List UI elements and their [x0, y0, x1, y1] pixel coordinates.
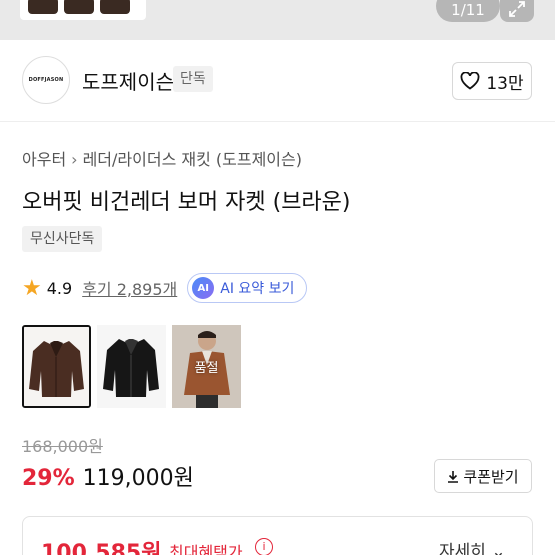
max-benefit-box[interactable]: 100,585원 최대혜택가 i 자세히 ⌄: [22, 516, 533, 555]
expand-button[interactable]: [500, 0, 534, 22]
info-icon[interactable]: i: [255, 538, 273, 555]
brown-jacket-image: [24, 327, 89, 406]
brand-logo[interactable]: DOFFJASON: [22, 56, 70, 104]
thumbnail-brown-jacket[interactable]: [22, 325, 91, 408]
like-button[interactable]: 13만: [452, 62, 532, 100]
gallery-strip: 1/11: [0, 0, 555, 40]
coupon-button[interactable]: 쿠폰받기: [434, 459, 532, 493]
rating-row: ★ 4.9 후기 2,895개 AI AI 요약 보기: [22, 272, 308, 304]
gallery-preview[interactable]: [20, 0, 146, 20]
sale-price: 119,000원: [82, 466, 194, 491]
detail-link[interactable]: 자세히 ⌄: [439, 537, 506, 555]
ai-summary-button[interactable]: AI AI 요약 보기: [187, 273, 308, 303]
product-title: 오버핏 비건레더 보머 자켓 (브라운): [22, 190, 351, 215]
rating-value: 4.9: [46, 278, 73, 298]
thumbnail-black-jacket[interactable]: [97, 325, 166, 408]
thumbnail-model[interactable]: 품절: [172, 325, 241, 408]
jacket-mini-3: [100, 0, 130, 14]
breadcrumb-item[interactable]: 레더/라이더스 재킷 (도프제이슨): [83, 150, 302, 169]
heart-icon: [460, 72, 480, 90]
soldout-label: 품절: [194, 361, 219, 376]
image-counter: 1/11: [436, 0, 500, 22]
price-row: 29% 119,000원: [22, 460, 194, 492]
benefit-label: 최대혜택가: [169, 543, 243, 555]
original-price: 168,000원: [22, 437, 103, 456]
chevron-right-icon: ›: [71, 150, 78, 169]
black-jacket-image: [97, 325, 166, 408]
like-count: 13만: [486, 73, 524, 94]
star-icon: ★: [22, 275, 42, 301]
brand-name[interactable]: 도프제이슨: [82, 66, 174, 95]
ai-icon: AI: [192, 277, 215, 299]
breadcrumb-item[interactable]: 아우터: [22, 150, 66, 169]
thumbnail-list: 품절: [22, 325, 241, 408]
download-icon: [448, 470, 459, 483]
brand-row: DOFFJASON 도프제이슨 단독 13만: [0, 40, 555, 122]
ai-summary-label: AI 요약 보기: [220, 281, 295, 297]
expand-icon: [509, 1, 525, 17]
coupon-label: 쿠폰받기: [463, 467, 519, 486]
benefit-price: 100,585원: [41, 541, 162, 555]
chevron-down-icon: ⌄: [491, 542, 506, 555]
detail-label: 자세히: [439, 542, 486, 555]
breadcrumb: 아우터 › 레더/라이더스 재킷 (도프제이슨): [22, 146, 302, 170]
jacket-mini-2: [64, 0, 94, 14]
reviews-link[interactable]: 후기 2,895개: [82, 276, 177, 300]
discount-rate: 29%: [22, 466, 75, 491]
jacket-mini-1: [28, 0, 58, 14]
exclusive-badge: 단독: [173, 66, 213, 92]
exclusive-tag: 무신사단독: [22, 226, 103, 252]
